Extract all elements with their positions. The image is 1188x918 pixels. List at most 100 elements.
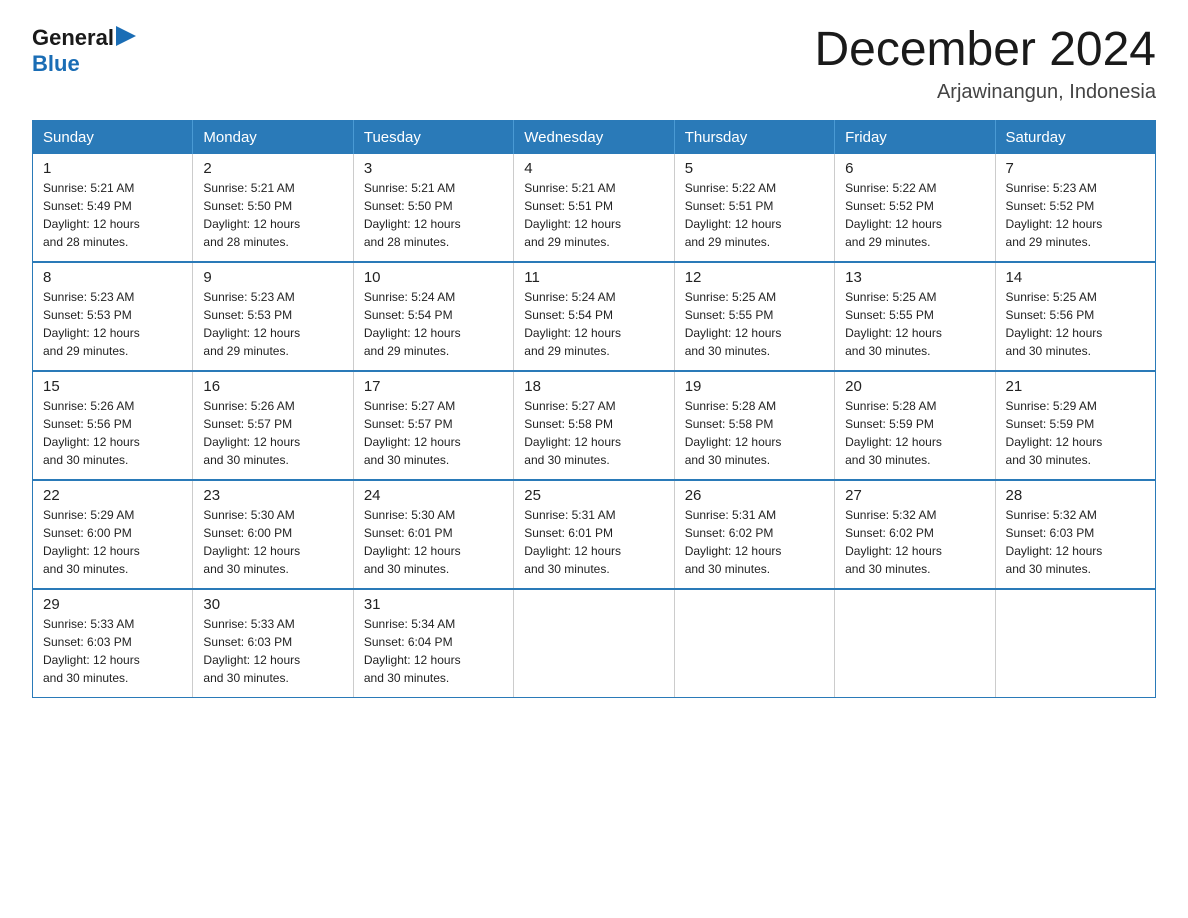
month-title: December 2024 bbox=[814, 24, 1156, 77]
day-info: Sunrise: 5:24 AMSunset: 5:54 PMDaylight:… bbox=[364, 288, 503, 360]
day-number: 7 bbox=[1006, 160, 1145, 177]
logo-text-blue: Blue bbox=[32, 51, 80, 76]
calendar-cell: 6 Sunrise: 5:22 AMSunset: 5:52 PMDaylight… bbox=[835, 154, 995, 262]
day-info: Sunrise: 5:26 AMSunset: 5:57 PMDaylight:… bbox=[203, 397, 342, 469]
day-info: Sunrise: 5:23 AMSunset: 5:53 PMDaylight:… bbox=[43, 288, 182, 360]
calendar-cell: 13 Sunrise: 5:25 AMSunset: 5:55 PMDayligh… bbox=[835, 262, 995, 371]
calendar-cell: 15 Sunrise: 5:26 AMSunset: 5:56 PMDayligh… bbox=[33, 371, 193, 480]
day-info: Sunrise: 5:26 AMSunset: 5:56 PMDaylight:… bbox=[43, 397, 182, 469]
calendar-cell: 12 Sunrise: 5:25 AMSunset: 5:55 PMDayligh… bbox=[674, 262, 834, 371]
page-header: General Blue December 2024 Arjawinangun,… bbox=[32, 24, 1156, 104]
header-tuesday: Tuesday bbox=[353, 120, 513, 154]
location: Arjawinangun, Indonesia bbox=[814, 81, 1156, 104]
calendar-cell: 5Sunrise: 5:22 AMSunset: 5:51 PMDaylight… bbox=[674, 154, 834, 262]
calendar-cell: 1Sunrise: 5:21 AMSunset: 5:49 PMDaylight… bbox=[33, 154, 193, 262]
header-monday: Monday bbox=[193, 120, 353, 154]
day-number: 15 bbox=[43, 378, 182, 395]
calendar-cell: 11 Sunrise: 5:24 AMSunset: 5:54 PMDayligh… bbox=[514, 262, 674, 371]
day-number: 18 bbox=[524, 378, 663, 395]
day-info: Sunrise: 5:25 AMSunset: 5:55 PMDaylight:… bbox=[685, 288, 824, 360]
calendar-week-row: 1Sunrise: 5:21 AMSunset: 5:49 PMDaylight… bbox=[33, 154, 1156, 262]
day-info: Sunrise: 5:33 AMSunset: 6:03 PMDaylight:… bbox=[203, 615, 342, 687]
calendar-cell: 18 Sunrise: 5:27 AMSunset: 5:58 PMDayligh… bbox=[514, 371, 674, 480]
day-number: 29 bbox=[43, 596, 182, 613]
header-friday: Friday bbox=[835, 120, 995, 154]
logo: General Blue bbox=[32, 24, 136, 77]
calendar-cell bbox=[514, 589, 674, 698]
day-number: 16 bbox=[203, 378, 342, 395]
calendar-table: SundayMondayTuesdayWednesdayThursdayFrid… bbox=[32, 120, 1156, 698]
calendar-cell: 22Sunrise: 5:29 AMSunset: 6:00 PMDayligh… bbox=[33, 480, 193, 589]
day-info: Sunrise: 5:28 AMSunset: 5:58 PMDaylight:… bbox=[685, 397, 824, 469]
day-number: 31 bbox=[364, 596, 503, 613]
day-number: 6 bbox=[845, 160, 984, 177]
calendar-cell: 3Sunrise: 5:21 AMSunset: 5:50 PMDaylight… bbox=[353, 154, 513, 262]
day-info: Sunrise: 5:29 AMSunset: 5:59 PMDaylight:… bbox=[1006, 397, 1145, 469]
day-info: Sunrise: 5:21 AMSunset: 5:51 PMDaylight:… bbox=[524, 179, 663, 251]
day-number: 22 bbox=[43, 487, 182, 504]
day-number: 11 bbox=[524, 269, 663, 286]
calendar-cell: 19 Sunrise: 5:28 AMSunset: 5:58 PMDayligh… bbox=[674, 371, 834, 480]
calendar-cell: 30 Sunrise: 5:33 AMSunset: 6:03 PMDayligh… bbox=[193, 589, 353, 698]
calendar-cell bbox=[835, 589, 995, 698]
calendar-cell: 2Sunrise: 5:21 AMSunset: 5:50 PMDaylight… bbox=[193, 154, 353, 262]
day-number: 13 bbox=[845, 269, 984, 286]
calendar-cell: 9Sunrise: 5:23 AMSunset: 5:53 PMDaylight… bbox=[193, 262, 353, 371]
calendar-cell: 14 Sunrise: 5:25 AMSunset: 5:56 PMDayligh… bbox=[995, 262, 1155, 371]
calendar-week-row: 8 Sunrise: 5:23 AMSunset: 5:53 PMDaylight… bbox=[33, 262, 1156, 371]
day-info: Sunrise: 5:33 AMSunset: 6:03 PMDaylight:… bbox=[43, 615, 182, 687]
logo-triangle-icon bbox=[116, 26, 136, 46]
day-number: 30 bbox=[203, 596, 342, 613]
day-info: Sunrise: 5:25 AMSunset: 5:55 PMDaylight:… bbox=[845, 288, 984, 360]
day-number: 24 bbox=[364, 487, 503, 504]
header-sunday: Sunday bbox=[33, 120, 193, 154]
day-info: Sunrise: 5:30 AMSunset: 6:01 PMDaylight:… bbox=[364, 506, 503, 578]
day-info: Sunrise: 5:21 AMSunset: 5:50 PMDaylight:… bbox=[364, 179, 503, 251]
day-number: 19 bbox=[685, 378, 824, 395]
day-info: Sunrise: 5:32 AMSunset: 6:02 PMDaylight:… bbox=[845, 506, 984, 578]
calendar-cell: 26Sunrise: 5:31 AMSunset: 6:02 PMDayligh… bbox=[674, 480, 834, 589]
calendar-cell: 8 Sunrise: 5:23 AMSunset: 5:53 PMDaylight… bbox=[33, 262, 193, 371]
calendar-week-row: 15 Sunrise: 5:26 AMSunset: 5:56 PMDayligh… bbox=[33, 371, 1156, 480]
calendar-cell bbox=[995, 589, 1155, 698]
day-number: 10 bbox=[364, 269, 503, 286]
calendar-cell: 17 Sunrise: 5:27 AMSunset: 5:57 PMDayligh… bbox=[353, 371, 513, 480]
calendar-cell: 10 Sunrise: 5:24 AMSunset: 5:54 PMDayligh… bbox=[353, 262, 513, 371]
day-info: Sunrise: 5:31 AMSunset: 6:02 PMDaylight:… bbox=[685, 506, 824, 578]
day-number: 25 bbox=[524, 487, 663, 504]
day-number: 20 bbox=[845, 378, 984, 395]
calendar-cell: 28Sunrise: 5:32 AMSunset: 6:03 PMDayligh… bbox=[995, 480, 1155, 589]
calendar-cell: 31 Sunrise: 5:34 AMSunset: 6:04 PMDayligh… bbox=[353, 589, 513, 698]
calendar-cell: 25Sunrise: 5:31 AMSunset: 6:01 PMDayligh… bbox=[514, 480, 674, 589]
calendar-header-row: SundayMondayTuesdayWednesdayThursdayFrid… bbox=[33, 120, 1156, 154]
day-info: Sunrise: 5:27 AMSunset: 5:57 PMDaylight:… bbox=[364, 397, 503, 469]
day-info: Sunrise: 5:22 AMSunset: 5:51 PMDaylight:… bbox=[685, 179, 824, 251]
calendar-cell: 23 Sunrise: 5:30 AMSunset: 6:00 PMDayligh… bbox=[193, 480, 353, 589]
calendar-cell: 4Sunrise: 5:21 AMSunset: 5:51 PMDaylight… bbox=[514, 154, 674, 262]
day-number: 23 bbox=[203, 487, 342, 504]
day-info: Sunrise: 5:28 AMSunset: 5:59 PMDaylight:… bbox=[845, 397, 984, 469]
day-info: Sunrise: 5:23 AMSunset: 5:52 PMDaylight:… bbox=[1006, 179, 1145, 251]
header-thursday: Thursday bbox=[674, 120, 834, 154]
day-number: 17 bbox=[364, 378, 503, 395]
day-number: 21 bbox=[1006, 378, 1145, 395]
calendar-cell: 7 Sunrise: 5:23 AMSunset: 5:52 PMDaylight… bbox=[995, 154, 1155, 262]
day-info: Sunrise: 5:25 AMSunset: 5:56 PMDaylight:… bbox=[1006, 288, 1145, 360]
day-info: Sunrise: 5:34 AMSunset: 6:04 PMDaylight:… bbox=[364, 615, 503, 687]
header-wednesday: Wednesday bbox=[514, 120, 674, 154]
day-number: 14 bbox=[1006, 269, 1145, 286]
calendar-cell: 29 Sunrise: 5:33 AMSunset: 6:03 PMDayligh… bbox=[33, 589, 193, 698]
day-number: 9 bbox=[203, 269, 342, 286]
calendar-cell: 20 Sunrise: 5:28 AMSunset: 5:59 PMDayligh… bbox=[835, 371, 995, 480]
calendar-cell: 16 Sunrise: 5:26 AMSunset: 5:57 PMDayligh… bbox=[193, 371, 353, 480]
day-info: Sunrise: 5:22 AMSunset: 5:52 PMDaylight:… bbox=[845, 179, 984, 251]
day-number: 1 bbox=[43, 160, 182, 177]
calendar-week-row: 22Sunrise: 5:29 AMSunset: 6:00 PMDayligh… bbox=[33, 480, 1156, 589]
day-info: Sunrise: 5:30 AMSunset: 6:00 PMDaylight:… bbox=[203, 506, 342, 578]
day-number: 8 bbox=[43, 269, 182, 286]
day-number: 27 bbox=[845, 487, 984, 504]
logo-text-general: General bbox=[32, 25, 114, 51]
day-info: Sunrise: 5:27 AMSunset: 5:58 PMDaylight:… bbox=[524, 397, 663, 469]
day-number: 12 bbox=[685, 269, 824, 286]
day-info: Sunrise: 5:24 AMSunset: 5:54 PMDaylight:… bbox=[524, 288, 663, 360]
